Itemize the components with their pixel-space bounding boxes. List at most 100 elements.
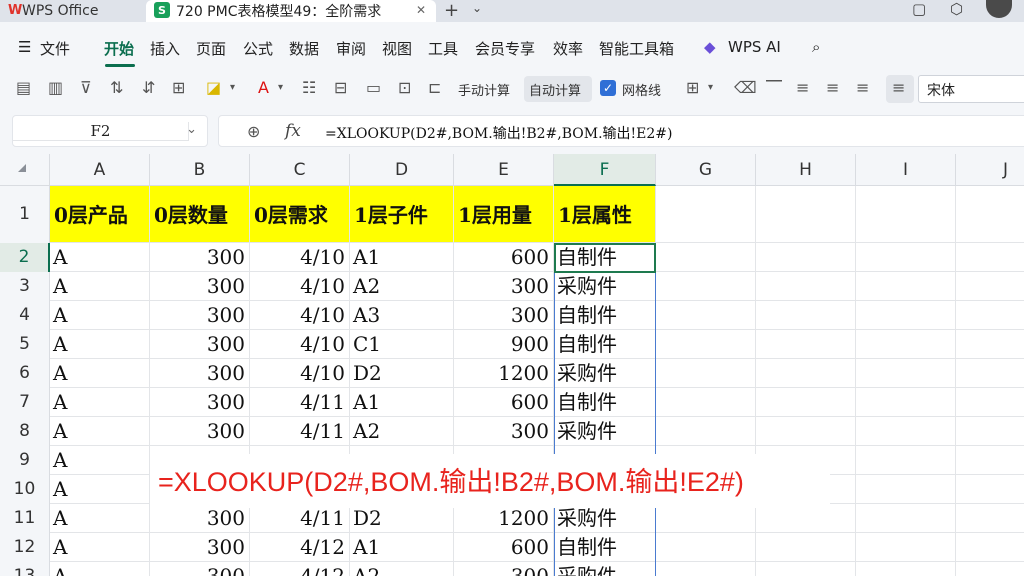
header-cell[interactable]: 1层用量 xyxy=(454,186,554,243)
menu-tools[interactable]: 工具 xyxy=(428,38,458,59)
data-cell[interactable] xyxy=(956,243,1024,272)
name-box-chevron-icon[interactable]: ⌄ xyxy=(186,122,197,137)
header-cell[interactable] xyxy=(756,186,856,243)
data-cell[interactable]: A2 xyxy=(350,562,454,576)
data-cell[interactable]: 300 xyxy=(454,272,554,301)
data-cell[interactable] xyxy=(856,301,956,330)
data-cell[interactable]: 300 xyxy=(150,359,250,388)
data-cell[interactable]: A xyxy=(50,272,150,301)
data-cell[interactable] xyxy=(956,504,1024,533)
close-tab-icon[interactable]: ✕ xyxy=(416,3,426,17)
font-color-dropdown-icon[interactable]: ▾ xyxy=(278,82,283,93)
data-cell[interactable] xyxy=(856,330,956,359)
comment-icon[interactable]: ▭ xyxy=(366,78,381,97)
data-cell[interactable]: 300 xyxy=(454,562,554,576)
data-cell[interactable]: 900 xyxy=(454,330,554,359)
header-cell[interactable]: 1层子件 xyxy=(350,186,454,243)
column-header-a[interactable]: A xyxy=(50,154,150,186)
data-cell[interactable] xyxy=(856,272,956,301)
data-cell[interactable] xyxy=(656,388,756,417)
freeze-icon[interactable]: ⊟ xyxy=(334,78,347,97)
data-cell[interactable] xyxy=(756,388,856,417)
row-header-10[interactable]: 10 xyxy=(0,475,50,504)
column-header-i[interactable]: I xyxy=(856,154,956,186)
header-cell[interactable] xyxy=(956,186,1024,243)
data-cell[interactable]: 4/12 xyxy=(250,533,350,562)
calc-options-icon[interactable]: ⊏ xyxy=(428,78,441,97)
data-cell[interactable]: 300 xyxy=(150,417,250,446)
align-top-icon[interactable]: ⎺ xyxy=(766,78,782,98)
data-cell[interactable]: A xyxy=(50,359,150,388)
data-cell[interactable] xyxy=(656,301,756,330)
data-cell[interactable]: 300 xyxy=(454,301,554,330)
data-cell[interactable] xyxy=(756,330,856,359)
list-icon[interactable]: ☷ xyxy=(302,78,316,97)
layout-icon[interactable]: ⊞ xyxy=(686,78,699,97)
cube-icon[interactable]: ⬡ xyxy=(950,0,963,18)
column-header-j[interactable]: J xyxy=(956,154,1024,186)
data-cell[interactable] xyxy=(656,243,756,272)
paste-format-icon[interactable]: ▥ xyxy=(48,78,63,97)
data-cell[interactable]: 300 xyxy=(150,533,250,562)
data-cell[interactable]: A1 xyxy=(350,533,454,562)
data-cell[interactable]: A xyxy=(50,301,150,330)
data-cell[interactable]: A3 xyxy=(350,301,454,330)
row-header-6[interactable]: 6 xyxy=(0,359,50,388)
data-cell[interactable] xyxy=(756,533,856,562)
data-cell[interactable]: 300 xyxy=(150,272,250,301)
menu-review[interactable]: 审阅 xyxy=(336,38,366,59)
table-border-icon[interactable]: ⊞ xyxy=(172,78,185,97)
formula-text[interactable]: =XLOOKUP(D2#,BOM.输出!B2#,BOM.输出!E2#) xyxy=(325,123,672,143)
data-cell[interactable] xyxy=(856,417,956,446)
align-justify-icon[interactable]: ≡ xyxy=(892,78,905,97)
data-cell[interactable]: A xyxy=(50,243,150,272)
data-cell[interactable]: 300 xyxy=(150,243,250,272)
data-cell[interactable]: 4/12 xyxy=(250,562,350,576)
data-cell[interactable]: A xyxy=(50,533,150,562)
data-cell[interactable] xyxy=(756,359,856,388)
data-cell[interactable] xyxy=(956,330,1024,359)
menu-view[interactable]: 视图 xyxy=(382,38,412,59)
column-header-e[interactable]: E xyxy=(454,154,554,186)
column-header-d[interactable]: D xyxy=(350,154,454,186)
font-name-select[interactable]: 宋体 xyxy=(918,75,1024,103)
data-cell[interactable]: 600 xyxy=(454,533,554,562)
data-cell[interactable]: 300 xyxy=(150,504,250,533)
data-cell[interactable]: 4/10 xyxy=(250,330,350,359)
layout-dropdown-icon[interactable]: ▾ xyxy=(708,82,713,93)
data-cell[interactable]: A xyxy=(50,330,150,359)
row-header-4[interactable]: 4 xyxy=(0,301,50,330)
menu-file[interactable]: 文件 xyxy=(40,38,70,59)
data-cell[interactable] xyxy=(956,562,1024,576)
formula-input[interactable]: ⊕ fx =XLOOKUP(D2#,BOM.输出!B2#,BOM.输出!E2#) xyxy=(218,115,1024,147)
data-cell[interactable] xyxy=(956,359,1024,388)
filter-icon[interactable]: ⊽ xyxy=(80,78,92,97)
data-cell[interactable]: A1 xyxy=(350,388,454,417)
data-cell[interactable]: 300 xyxy=(150,562,250,576)
manual-calc-button[interactable]: 手动计算 xyxy=(458,80,510,99)
data-cell[interactable]: A xyxy=(50,388,150,417)
fill-color-icon[interactable]: ◪ xyxy=(206,78,221,97)
data-cell[interactable]: A2 xyxy=(350,417,454,446)
header-cell[interactable] xyxy=(656,186,756,243)
menu-smart-toolbox[interactable]: 智能工具箱 xyxy=(599,38,674,59)
data-cell[interactable]: 4/10 xyxy=(250,301,350,330)
tab-list-chevron-icon[interactable]: ⌄ xyxy=(472,1,482,15)
select-all-corner[interactable] xyxy=(0,154,50,186)
data-cell[interactable] xyxy=(956,446,1024,475)
data-cell[interactable] xyxy=(756,301,856,330)
data-cell[interactable]: A xyxy=(50,446,150,475)
header-cell[interactable] xyxy=(856,186,956,243)
data-cell[interactable] xyxy=(956,388,1024,417)
data-cell[interactable] xyxy=(756,417,856,446)
menu-data[interactable]: 数据 xyxy=(289,38,319,59)
data-cell[interactable]: 4/10 xyxy=(250,243,350,272)
row-header-9[interactable]: 9 xyxy=(0,446,50,475)
data-cell[interactable] xyxy=(856,504,956,533)
menu-member[interactable]: 会员专享 xyxy=(475,38,535,59)
data-cell[interactable]: D2 xyxy=(350,504,454,533)
menu-efficiency[interactable]: 效率 xyxy=(553,38,583,59)
data-cell[interactable] xyxy=(756,272,856,301)
data-cell[interactable]: C1 xyxy=(350,330,454,359)
data-cell[interactable] xyxy=(856,446,956,475)
